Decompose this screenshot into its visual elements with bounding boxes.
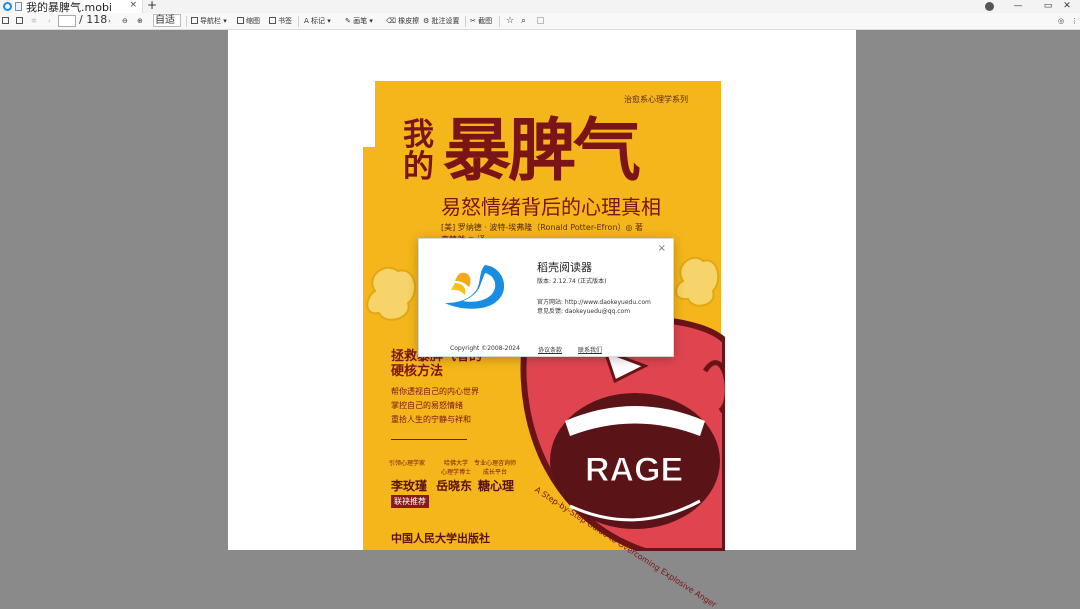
official-website: 官方网站: http://www.daokeyuedu.com <box>537 299 651 306</box>
contact-link[interactable]: 联系我们 <box>578 345 602 354</box>
search-icon[interactable]: ⌕ <box>521 15 526 28</box>
recommender-name: 糖心理 <box>478 479 515 493</box>
cover-divider <box>391 439 467 440</box>
bookmark-button[interactable]: 书签 <box>269 15 292 28</box>
divider <box>465 16 466 27</box>
save-icon[interactable] <box>16 15 25 28</box>
feedback-email: 意见反馈: daokeyuedu@qq.com <box>537 308 631 315</box>
pitch-point: 掌控自己的易怒情绪 <box>391 401 463 410</box>
app-logo-icon <box>3 2 12 11</box>
annotation-settings-button[interactable]: ⚙ 批注设置 <box>423 15 460 28</box>
divider <box>186 16 187 27</box>
close-icon[interactable]: × <box>658 243 666 254</box>
zoom-select[interactable]: 自适 <box>153 14 181 27</box>
zoom-in-icon[interactable]: ⊕ <box>137 15 143 28</box>
pitch-point: 帮你透视自己的内心世界 <box>391 387 479 396</box>
recommender-title-line: 哈佛大学 <box>444 460 469 467</box>
screenshot-label: 截图 <box>478 17 493 25</box>
series-name: 治愈系心理学系列 <box>624 95 688 104</box>
settings-icon[interactable]: ✲ <box>31 15 37 28</box>
recommendation-badge: 联袂推荐 <box>391 495 429 508</box>
divider <box>298 16 299 27</box>
bookmark-icon <box>269 17 276 24</box>
toolbar: ✲ ‹ / 118 › ⊖ ⊕ 自适 导航栏 ▾ 缩图 书签 A 标记 ▾ ✎ … <box>0 13 1080 30</box>
smoke-cloud-icon <box>675 256 720 307</box>
thumbnail-icon <box>237 17 244 24</box>
thumbnail-button[interactable]: 缩图 <box>237 15 260 28</box>
recommender-title: 引领心理学家 <box>389 459 425 468</box>
recommender-title-line: 成长平台 <box>483 469 508 476</box>
more-icon[interactable]: ⋮ <box>1071 15 1078 28</box>
thumbnail-label: 缩图 <box>246 17 260 25</box>
recommender-title: 哈佛大学 心理学博士 <box>441 459 471 477</box>
cover-notch <box>363 81 375 147</box>
pitch-points: 帮你透视自己的内心世界 掌控自己的易怒情绪 重拾人生的宁静与祥和 <box>391 385 479 427</box>
document-icon <box>15 2 22 11</box>
bookmark-label: 书签 <box>278 17 292 25</box>
app-version: 版本: 2.12.74 (正式版本) <box>537 278 607 285</box>
sidebar-icon <box>191 17 198 24</box>
recommender-name: 岳晓东 <box>436 479 473 493</box>
annotation-settings-label: 批注设置 <box>431 17 460 25</box>
smoke-cloud-left-icon <box>366 266 417 321</box>
pitch-line: 硬核方法 <box>391 364 444 379</box>
publisher-name: 中国人民大学出版社 <box>391 532 490 545</box>
recommender-title-line: 专业心理咨询师 <box>474 460 517 467</box>
fullscreen-icon[interactable] <box>537 15 546 28</box>
daoke-logo-icon <box>445 265 505 309</box>
screenshot-button[interactable]: ✂ 截图 <box>470 15 492 28</box>
next-page-icon[interactable]: › <box>108 15 111 28</box>
recommender-name: 李玫瑾 <box>391 479 428 493</box>
eraser-label: 橡皮擦 <box>398 17 420 25</box>
cover-title: 暴脾气 <box>443 112 641 191</box>
close-tab-icon[interactable]: × <box>129 0 137 10</box>
page-total: / 118 <box>79 13 108 26</box>
navigation-button[interactable]: 导航栏 ▾ <box>191 15 227 28</box>
app-name: 稻壳阅读器 <box>537 261 592 274</box>
navigation-label: 导航栏 <box>200 17 221 25</box>
menu-icon[interactable] <box>985 2 994 11</box>
draw-label: 画笔 <box>353 17 368 25</box>
pitch-point: 重拾人生的宁静与祥和 <box>391 415 471 424</box>
rage-text: RAGE <box>585 451 683 489</box>
page-number-input[interactable] <box>58 15 76 27</box>
open-folder-icon[interactable] <box>2 15 11 28</box>
user-icon[interactable]: ◎ <box>1058 15 1064 28</box>
license-link[interactable]: 协议条款 <box>538 345 562 354</box>
recommender-title: 专业心理咨询师 成长平台 <box>474 459 516 477</box>
divider <box>499 16 500 27</box>
recommender-title-line: 心理学博士 <box>441 469 472 476</box>
recommender-title-line: 引领心理学家 <box>389 460 426 467</box>
prev-page-icon[interactable]: ‹ <box>48 15 51 28</box>
mark-button[interactable]: A 标记 ▾ <box>304 15 331 28</box>
zoom-out-icon[interactable]: ⊖ <box>122 15 128 28</box>
cover-subtitle: 易怒情绪背后的心理真相 <box>441 195 661 219</box>
document-tab[interactable]: 我的暴脾气.mobi × <box>13 0 143 14</box>
new-tab-button[interactable]: + <box>147 0 157 12</box>
copyright-text: Copyright ©2008-2024 <box>450 345 520 352</box>
eraser-button[interactable]: ⌫ 橡皮擦 <box>386 15 419 28</box>
cover-author: [美] 罗纳德 · 波特-埃弗隆（Ronald Potter-Efron）◎ 著 <box>441 223 643 232</box>
title-bar: 我的暴脾气.mobi × + — ▭ ✕ <box>0 0 1080 14</box>
about-dialog: × 稻壳阅读器 版本: 2.12.74 (正式版本) 官方网站: http://… <box>418 238 674 357</box>
draw-button[interactable]: ✎ 画笔 ▾ <box>345 15 373 28</box>
close-window-button[interactable]: ✕ <box>1052 0 1080 13</box>
cover-title-small: 我的 <box>403 117 434 185</box>
mark-label: 标记 <box>311 17 326 25</box>
star-icon[interactable]: ☆ <box>506 15 514 28</box>
minimize-button[interactable]: — <box>1003 0 1033 13</box>
